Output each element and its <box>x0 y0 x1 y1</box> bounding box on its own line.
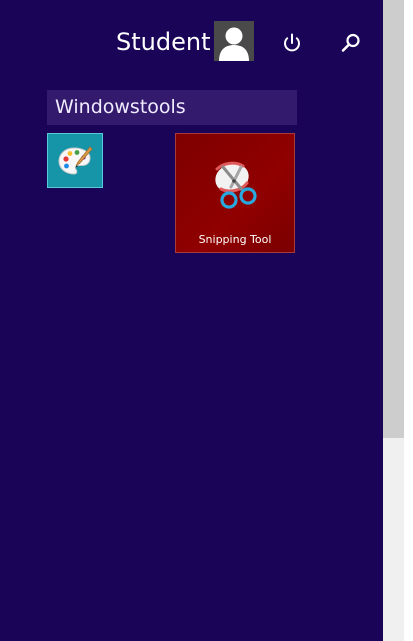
power-button[interactable] <box>278 29 306 57</box>
tile-label-snipping-tool: Snipping Tool <box>198 233 272 246</box>
start-screen: Student Windowstools Snipping Tool <box>0 0 413 641</box>
search-icon <box>341 33 360 52</box>
scissors-icon <box>215 161 257 209</box>
user-silhouette-icon <box>214 21 254 61</box>
window-edge <box>404 0 413 641</box>
tile-snipping-tool[interactable]: Snipping Tool <box>175 133 295 253</box>
paint-palette-icon <box>58 145 93 175</box>
power-icon <box>284 33 300 52</box>
group-header-windowstools[interactable]: Windowstools <box>47 90 297 125</box>
scrollbar-thumb[interactable] <box>383 0 404 438</box>
search-button[interactable] <box>337 29 365 57</box>
tile-paint[interactable] <box>47 133 103 188</box>
avatar[interactable] <box>214 21 254 61</box>
user-name[interactable]: Student <box>116 26 210 58</box>
